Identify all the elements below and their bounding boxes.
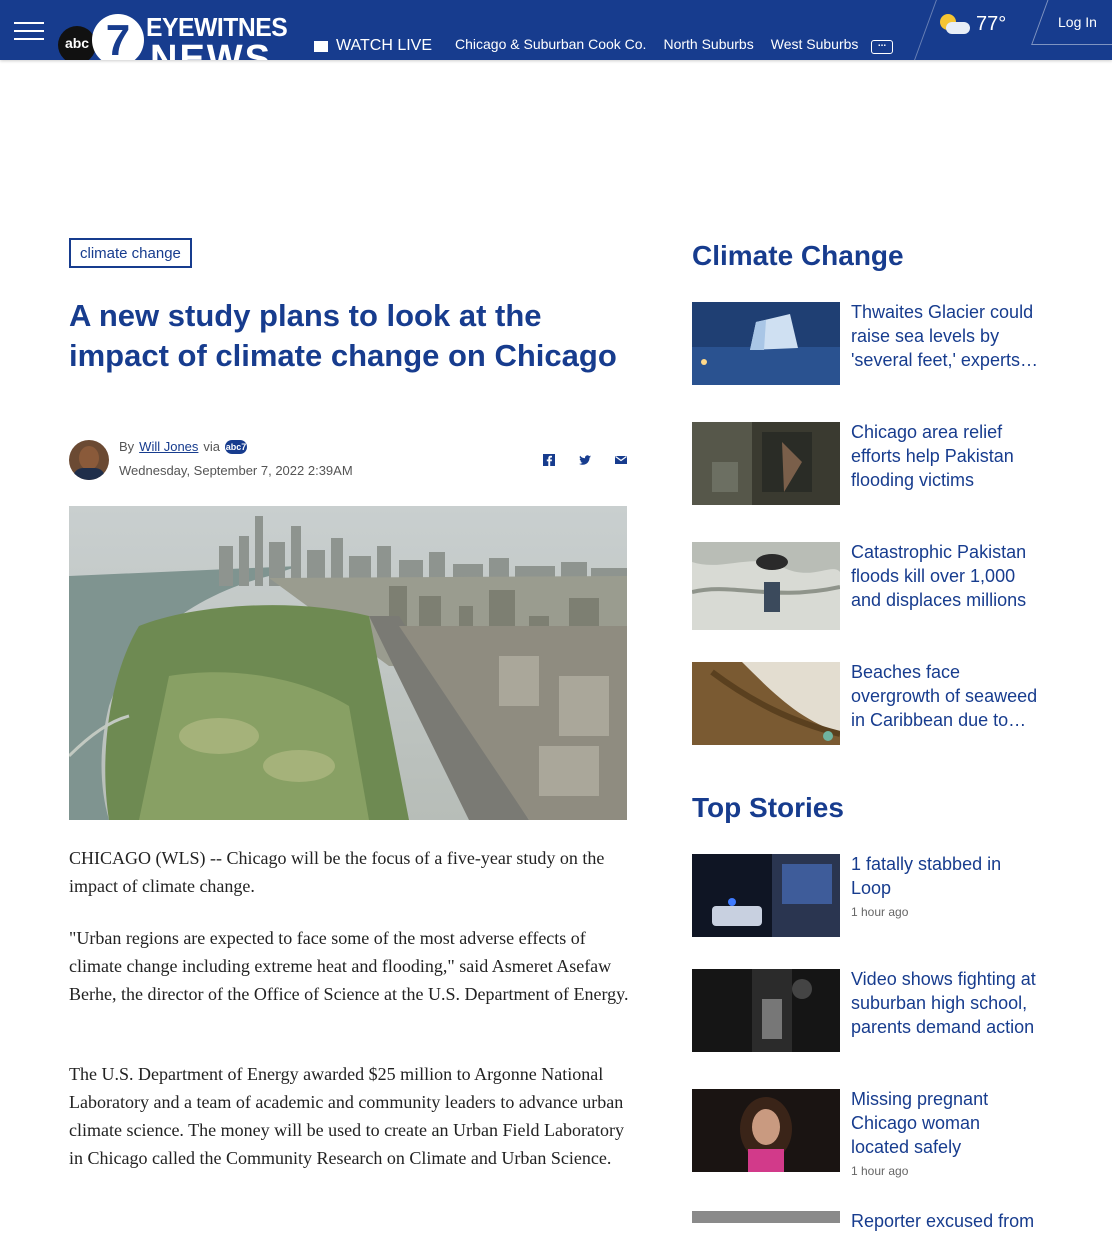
story-thumbnail-school-fight xyxy=(692,969,840,1052)
story-thumbnail-missing-woman xyxy=(692,1089,840,1172)
twitter-share-icon[interactable] xyxy=(578,453,592,467)
weather-widget[interactable]: 77° xyxy=(938,12,1006,36)
article-headline: A new study plans to look at the impact … xyxy=(69,298,617,373)
story-title: 1 fatally stabbed in Loop xyxy=(851,854,1002,898)
byline-via: via xyxy=(203,439,221,454)
article-paragraph: The U.S. Department of Energy awarded $2… xyxy=(69,1064,624,1168)
story-timestamp: 1 hour ago xyxy=(851,1164,909,1178)
menu-icon[interactable] xyxy=(14,20,44,42)
byline: By Will Jones via abc7 xyxy=(119,439,248,454)
logo-abc: abc xyxy=(58,26,96,60)
story-title: Reporter excused from xyxy=(851,1211,1035,1231)
story-title: Video shows fighting at suburban high sc… xyxy=(851,969,1036,1037)
partly-sunny-icon xyxy=(938,12,970,36)
climate-change-section-title: Climate Change xyxy=(692,240,904,271)
nav-link-chicago-cook[interactable]: Chicago & Suburban Cook Co. xyxy=(455,36,646,52)
nav-link-north-suburbs[interactable]: North Suburbs xyxy=(663,36,753,52)
logo-seven: 7 xyxy=(92,14,144,60)
story-title: Chicago area relief efforts help Pakista… xyxy=(851,422,1014,490)
story-title: Catastrophic Pakistan floods kill over 1… xyxy=(851,542,1027,610)
nav-divider xyxy=(911,0,940,60)
watch-live-label: WATCH LIVE xyxy=(336,37,433,54)
more-links-button[interactable]: ... xyxy=(871,39,893,54)
story-thumbnail-relief xyxy=(692,422,840,505)
story-title: Missing pregnant Chicago woman located s… xyxy=(851,1089,989,1157)
watch-live-link[interactable]: WATCH LIVE xyxy=(314,37,432,55)
facebook-share-icon[interactable] xyxy=(542,453,556,467)
story-thumbnail-loop-stabbing xyxy=(692,854,840,937)
abc7-eyewitness-news-logo[interactable]: abc 7 EYEWITNESS NEWS xyxy=(58,8,288,60)
article-date: Wednesday, September 7, 2022 2:39AM xyxy=(119,463,353,478)
logo-news: NEWS xyxy=(150,38,272,60)
top-stories-section-title: Top Stories xyxy=(692,792,844,823)
byline-by: By xyxy=(119,439,135,454)
article-paragraph: CHICAGO (WLS) -- Chicago will be the foc… xyxy=(69,848,605,896)
station-logo-icon: abc7 xyxy=(225,439,248,454)
email-share-icon[interactable] xyxy=(614,453,628,467)
top-navigation-bar: abc 7 EYEWITNESS NEWS WATCH LIVE Chicago… xyxy=(0,0,1112,60)
story-timestamp: 1 hour ago xyxy=(851,905,909,919)
category-tag[interactable]: climate change xyxy=(69,238,192,268)
story-thumbnail-reporter xyxy=(692,1211,840,1223)
story-thumbnail-floods xyxy=(692,542,840,630)
story-title: Thwaites Glacier could raise sea levels … xyxy=(851,302,1034,370)
author-avatar xyxy=(69,440,109,480)
nav-link-west-suburbs[interactable]: West Suburbs xyxy=(771,36,859,52)
story-title: Beaches face overgrowth of seaweed in Ca… xyxy=(851,662,1038,730)
aerial-chicago-image xyxy=(69,506,627,820)
article-paragraph: "Urban regions are expected to face some… xyxy=(69,928,629,1004)
story-thumbnail-seaweed xyxy=(692,662,840,745)
story-thumbnail-glacier xyxy=(692,302,840,385)
author-link[interactable]: Will Jones xyxy=(139,439,198,454)
live-tv-icon xyxy=(314,40,328,52)
temperature: 77° xyxy=(976,12,1007,35)
hero-image-chicago-skyline[interactable] xyxy=(69,506,627,820)
section-links: Chicago & Suburban Cook Co. North Suburb… xyxy=(455,36,858,52)
login-button[interactable]: Log In xyxy=(1058,14,1097,30)
